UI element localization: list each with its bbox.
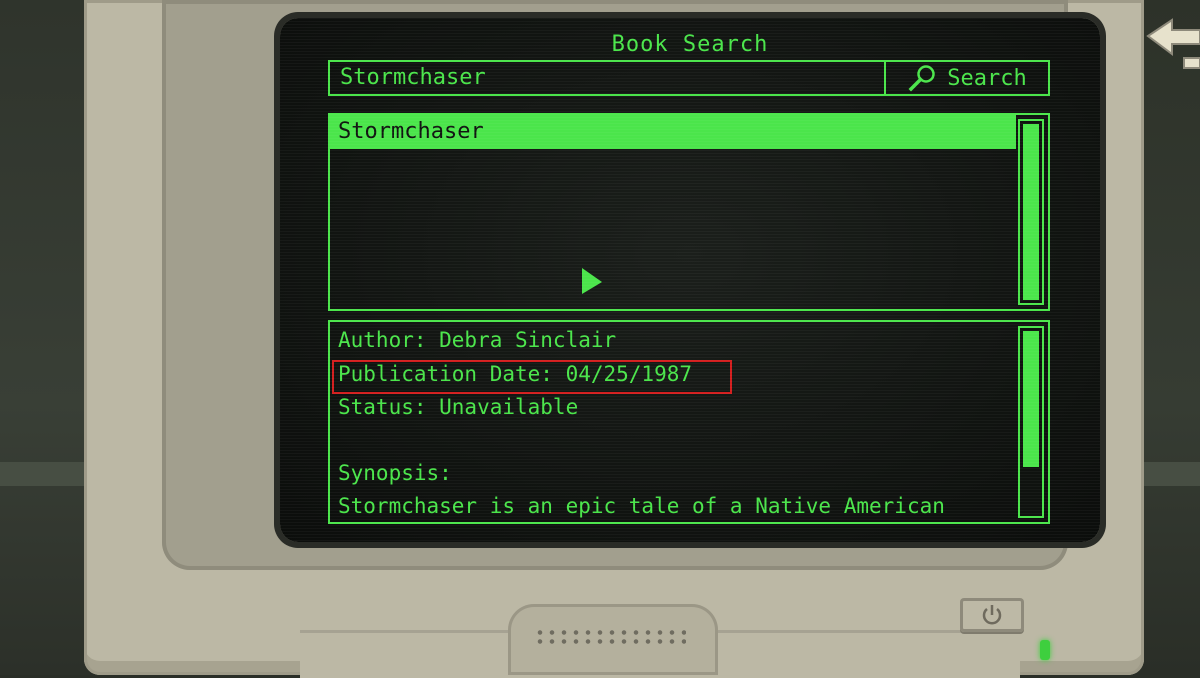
speaker-vent bbox=[534, 628, 686, 648]
screen-title: Book Search bbox=[611, 32, 769, 57]
synopsis-label: Synopsis: bbox=[338, 461, 452, 485]
publication-date-line: Publication Date: 04/25/1987 bbox=[338, 362, 693, 386]
search-button[interactable]: Search bbox=[884, 62, 1048, 94]
details-scrollbar-thumb[interactable] bbox=[1023, 331, 1039, 467]
results-list: Stormchaser bbox=[328, 113, 1050, 311]
details-scrollbar[interactable] bbox=[1018, 326, 1044, 518]
crt-screen: Book Search Search Stormchaser bbox=[280, 18, 1100, 542]
background-wall-left bbox=[0, 0, 90, 675]
monitor-casing: Book Search Search Stormchaser bbox=[84, 0, 1144, 675]
power-button[interactable] bbox=[960, 598, 1024, 632]
results-scrollbar-thumb[interactable] bbox=[1023, 124, 1039, 300]
results-scrollbar[interactable] bbox=[1018, 119, 1044, 305]
monitor-bezel: Book Search Search Stormchaser bbox=[162, 0, 1100, 570]
synopsis-text: Stormchaser is an epic tale of a Native … bbox=[338, 494, 945, 518]
search-bar: Search bbox=[328, 60, 1050, 96]
power-icon bbox=[982, 605, 1002, 625]
back-arrow-icon[interactable] bbox=[1144, 14, 1200, 74]
magnifier-icon bbox=[908, 65, 935, 92]
result-item[interactable]: Stormchaser bbox=[330, 115, 1016, 149]
power-indicator-led bbox=[1040, 640, 1050, 660]
search-input[interactable] bbox=[330, 62, 884, 94]
search-button-label: Search bbox=[947, 65, 1027, 91]
author-line: Author: Debra Sinclair bbox=[338, 328, 617, 352]
background-ledge-left bbox=[0, 462, 90, 486]
book-details-panel: Author: Debra Sinclair Publication Date:… bbox=[328, 320, 1050, 524]
status-line: Status: Unavailable bbox=[338, 395, 579, 419]
pointer-cursor-icon bbox=[582, 268, 602, 294]
